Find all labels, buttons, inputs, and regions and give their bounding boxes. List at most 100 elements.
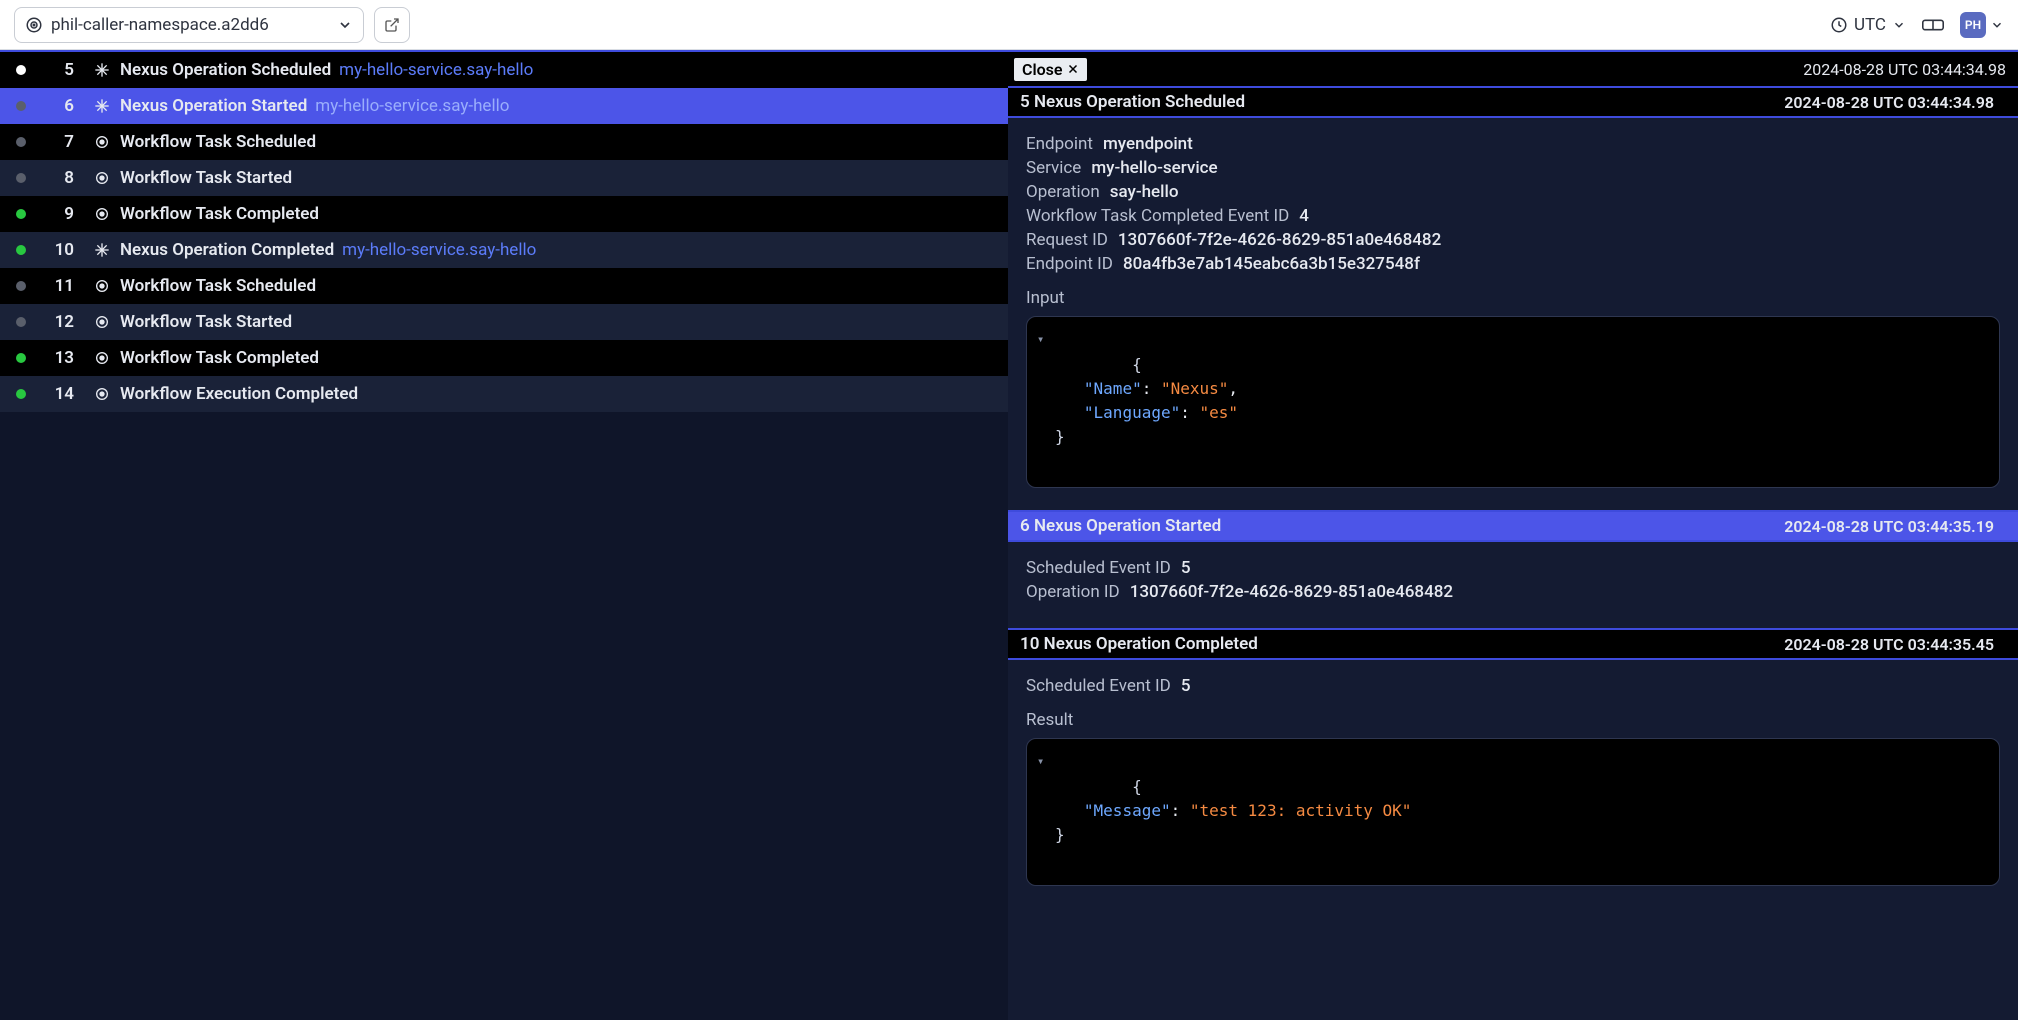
- event-details-panel: Close 2024-08-28 UTC 03:44:34.98 5 Nexus…: [1008, 50, 2018, 1020]
- field-value: 4: [1299, 206, 1309, 226]
- detail-field: Endpointmyendpoint: [1026, 134, 2000, 154]
- detail-close-bar: Close 2024-08-28 UTC 03:44:34.98: [1008, 50, 2018, 86]
- chevron-down-icon: [1990, 18, 2004, 32]
- field-key: Request ID: [1026, 230, 1108, 250]
- detail-header-scheduled[interactable]: 5 Nexus Operation Scheduled 2024-08-28 U…: [1008, 86, 2018, 118]
- timeline-dot: [16, 353, 26, 363]
- workflow-icon: [92, 386, 112, 402]
- clock-icon: [1830, 16, 1848, 34]
- event-id: 12: [40, 312, 74, 332]
- topbar: phil-caller-namespace.a2dd6 UTC PH: [0, 0, 2018, 50]
- nexus-icon: [92, 242, 112, 258]
- event-id: 5: [40, 60, 74, 80]
- field-value: 5: [1181, 558, 1191, 578]
- timeline-dot: [16, 281, 26, 291]
- field-value: say-hello: [1110, 182, 1179, 202]
- event-row[interactable]: 9 Workflow Task Completed: [0, 196, 1008, 232]
- event-name: Workflow Task Completed: [120, 204, 319, 224]
- field-value: myendpoint: [1103, 134, 1193, 154]
- event-id: 14: [40, 384, 74, 404]
- timestamp: 2024-08-28 UTC 03:44:35.19: [1784, 517, 2006, 536]
- close-button[interactable]: Close: [1014, 58, 1087, 81]
- nexus-icon: [92, 62, 112, 78]
- field-key: Endpoint ID: [1026, 254, 1113, 274]
- timeline-dot: [16, 137, 26, 147]
- field-key: Workflow Task Completed Event ID: [1026, 206, 1289, 226]
- workflow-icon: [92, 134, 112, 150]
- timestamp: 2024-08-28 UTC 03:44:34.98: [1803, 60, 2018, 79]
- timeline-dot: [16, 65, 26, 75]
- event-name: Nexus Operation Completed: [120, 240, 334, 260]
- detail-body-completed: Scheduled Event ID 5 Result ▾{ "Message":…: [1008, 660, 2018, 1020]
- event-id: 6: [40, 96, 74, 116]
- nexus-icon: [92, 98, 112, 114]
- event-name: Nexus Operation Scheduled: [120, 60, 331, 80]
- workflow-icon: [92, 206, 112, 222]
- event-history-panel: 5 Nexus Operation Scheduled my-hello-servi…: [0, 50, 1008, 1020]
- timeline-dot: [16, 389, 26, 399]
- event-row[interactable]: 12 Workflow Task Started: [0, 304, 1008, 340]
- timeline-dot: [16, 173, 26, 183]
- event-id: 10: [40, 240, 74, 260]
- chevron-down-icon: ▾: [1037, 752, 1044, 770]
- detail-field: Request ID 1307660f-7f2e-4626-8629-851a0e…: [1026, 230, 2000, 250]
- timezone-button[interactable]: UTC: [1830, 15, 1906, 35]
- field-key: Operation ID: [1026, 582, 1120, 602]
- event-tag: my-hello-service.say-hello: [342, 240, 536, 260]
- event-row[interactable]: 7Workflow Task Scheduled: [0, 124, 1008, 160]
- event-row[interactable]: 10 Nexus Operation Completed my-hello-serv…: [0, 232, 1008, 268]
- timeline-dot: [16, 209, 26, 219]
- event-name: Workflow Task Scheduled: [120, 132, 316, 152]
- open-external-button[interactable]: [374, 7, 410, 43]
- detail-field: Scheduled Event ID 5: [1026, 676, 2000, 696]
- input-json-block[interactable]: ▾{ "Name": "Nexus", "Language": "es" }: [1026, 316, 2000, 488]
- timestamp: 2024-08-28 UTC 03:44:34.98: [1784, 93, 2006, 112]
- event-name: Nexus Operation Started: [120, 96, 307, 116]
- event-tag: my-hello-service.say-hello: [339, 60, 533, 80]
- namespace-selector[interactable]: phil-caller-namespace.a2dd6: [14, 7, 364, 43]
- event-row[interactable]: 11Workflow Task Scheduled: [0, 268, 1008, 304]
- timeline-dot: [16, 245, 26, 255]
- namespace-text: phil-caller-namespace.a2dd6: [51, 15, 329, 35]
- input-label: Input: [1026, 288, 2000, 308]
- event-name: Workflow Execution Completed: [120, 384, 358, 404]
- event-name: Workflow Task Completed: [120, 348, 319, 368]
- result-label: Result: [1026, 710, 2000, 730]
- detail-body-scheduled: EndpointmyendpointServicemy-hello-servic…: [1008, 118, 2018, 510]
- event-row[interactable]: 14 Workflow Execution Completed: [0, 376, 1008, 412]
- workflow-icon: [92, 170, 112, 186]
- avatar: PH: [1960, 12, 1986, 38]
- event-id: 8: [40, 168, 74, 188]
- event-name: Workflow Task Started: [120, 312, 292, 332]
- chevron-down-icon: ▾: [1037, 330, 1044, 348]
- timeline-dot: [16, 101, 26, 111]
- event-row[interactable]: 6Nexus Operation Startedmy-hello-service…: [0, 88, 1008, 124]
- event-row[interactable]: 13 Workflow Task Completed: [0, 340, 1008, 376]
- chevron-down-icon: [1892, 18, 1906, 32]
- detail-header-started[interactable]: 6 Nexus Operation Started 2024-08-28 UTC…: [1008, 510, 2018, 542]
- field-key: Operation: [1026, 182, 1100, 202]
- timezone-label: UTC: [1854, 15, 1886, 35]
- detail-field: Endpoint ID 80a4fb3e7ab145eabc6a3b15e3275…: [1026, 254, 2000, 274]
- user-menu[interactable]: PH: [1960, 12, 2004, 38]
- field-value: 1307660f-7f2e-4626-8629-851a0e468482: [1118, 230, 1441, 250]
- event-id: 13: [40, 348, 74, 368]
- workflow-icon: [92, 314, 112, 330]
- event-id: 9: [40, 204, 74, 224]
- timestamp: 2024-08-28 UTC 03:44:35.45: [1784, 635, 2006, 654]
- labs-button[interactable]: [1922, 16, 1944, 34]
- detail-header-completed[interactable]: 10 Nexus Operation Completed 2024-08-28 …: [1008, 628, 2018, 660]
- event-row[interactable]: 5 Nexus Operation Scheduled my-hello-servi…: [0, 52, 1008, 88]
- close-icon: [1067, 63, 1079, 75]
- field-key: Scheduled Event ID: [1026, 676, 1171, 696]
- field-value: 80a4fb3e7ab145eabc6a3b15e327548f: [1123, 254, 1420, 274]
- chevron-down-icon: [337, 17, 353, 33]
- field-value: 1307660f-7f2e-4626-8629-851a0e468482: [1130, 582, 1453, 602]
- event-row[interactable]: 8Workflow Task Started: [0, 160, 1008, 196]
- detail-field: Operation ID 1307660f-7f2e-4626-8629-851a…: [1026, 582, 2000, 602]
- target-icon: [25, 16, 43, 34]
- detail-body-started: Scheduled Event ID5Operation ID1307660f-…: [1008, 542, 2018, 628]
- result-json-block[interactable]: ▾{ "Message": "test 123: activity OK" }: [1026, 738, 2000, 886]
- field-value: 5: [1181, 676, 1191, 696]
- detail-field: Workflow Task Completed Event ID 4: [1026, 206, 2000, 226]
